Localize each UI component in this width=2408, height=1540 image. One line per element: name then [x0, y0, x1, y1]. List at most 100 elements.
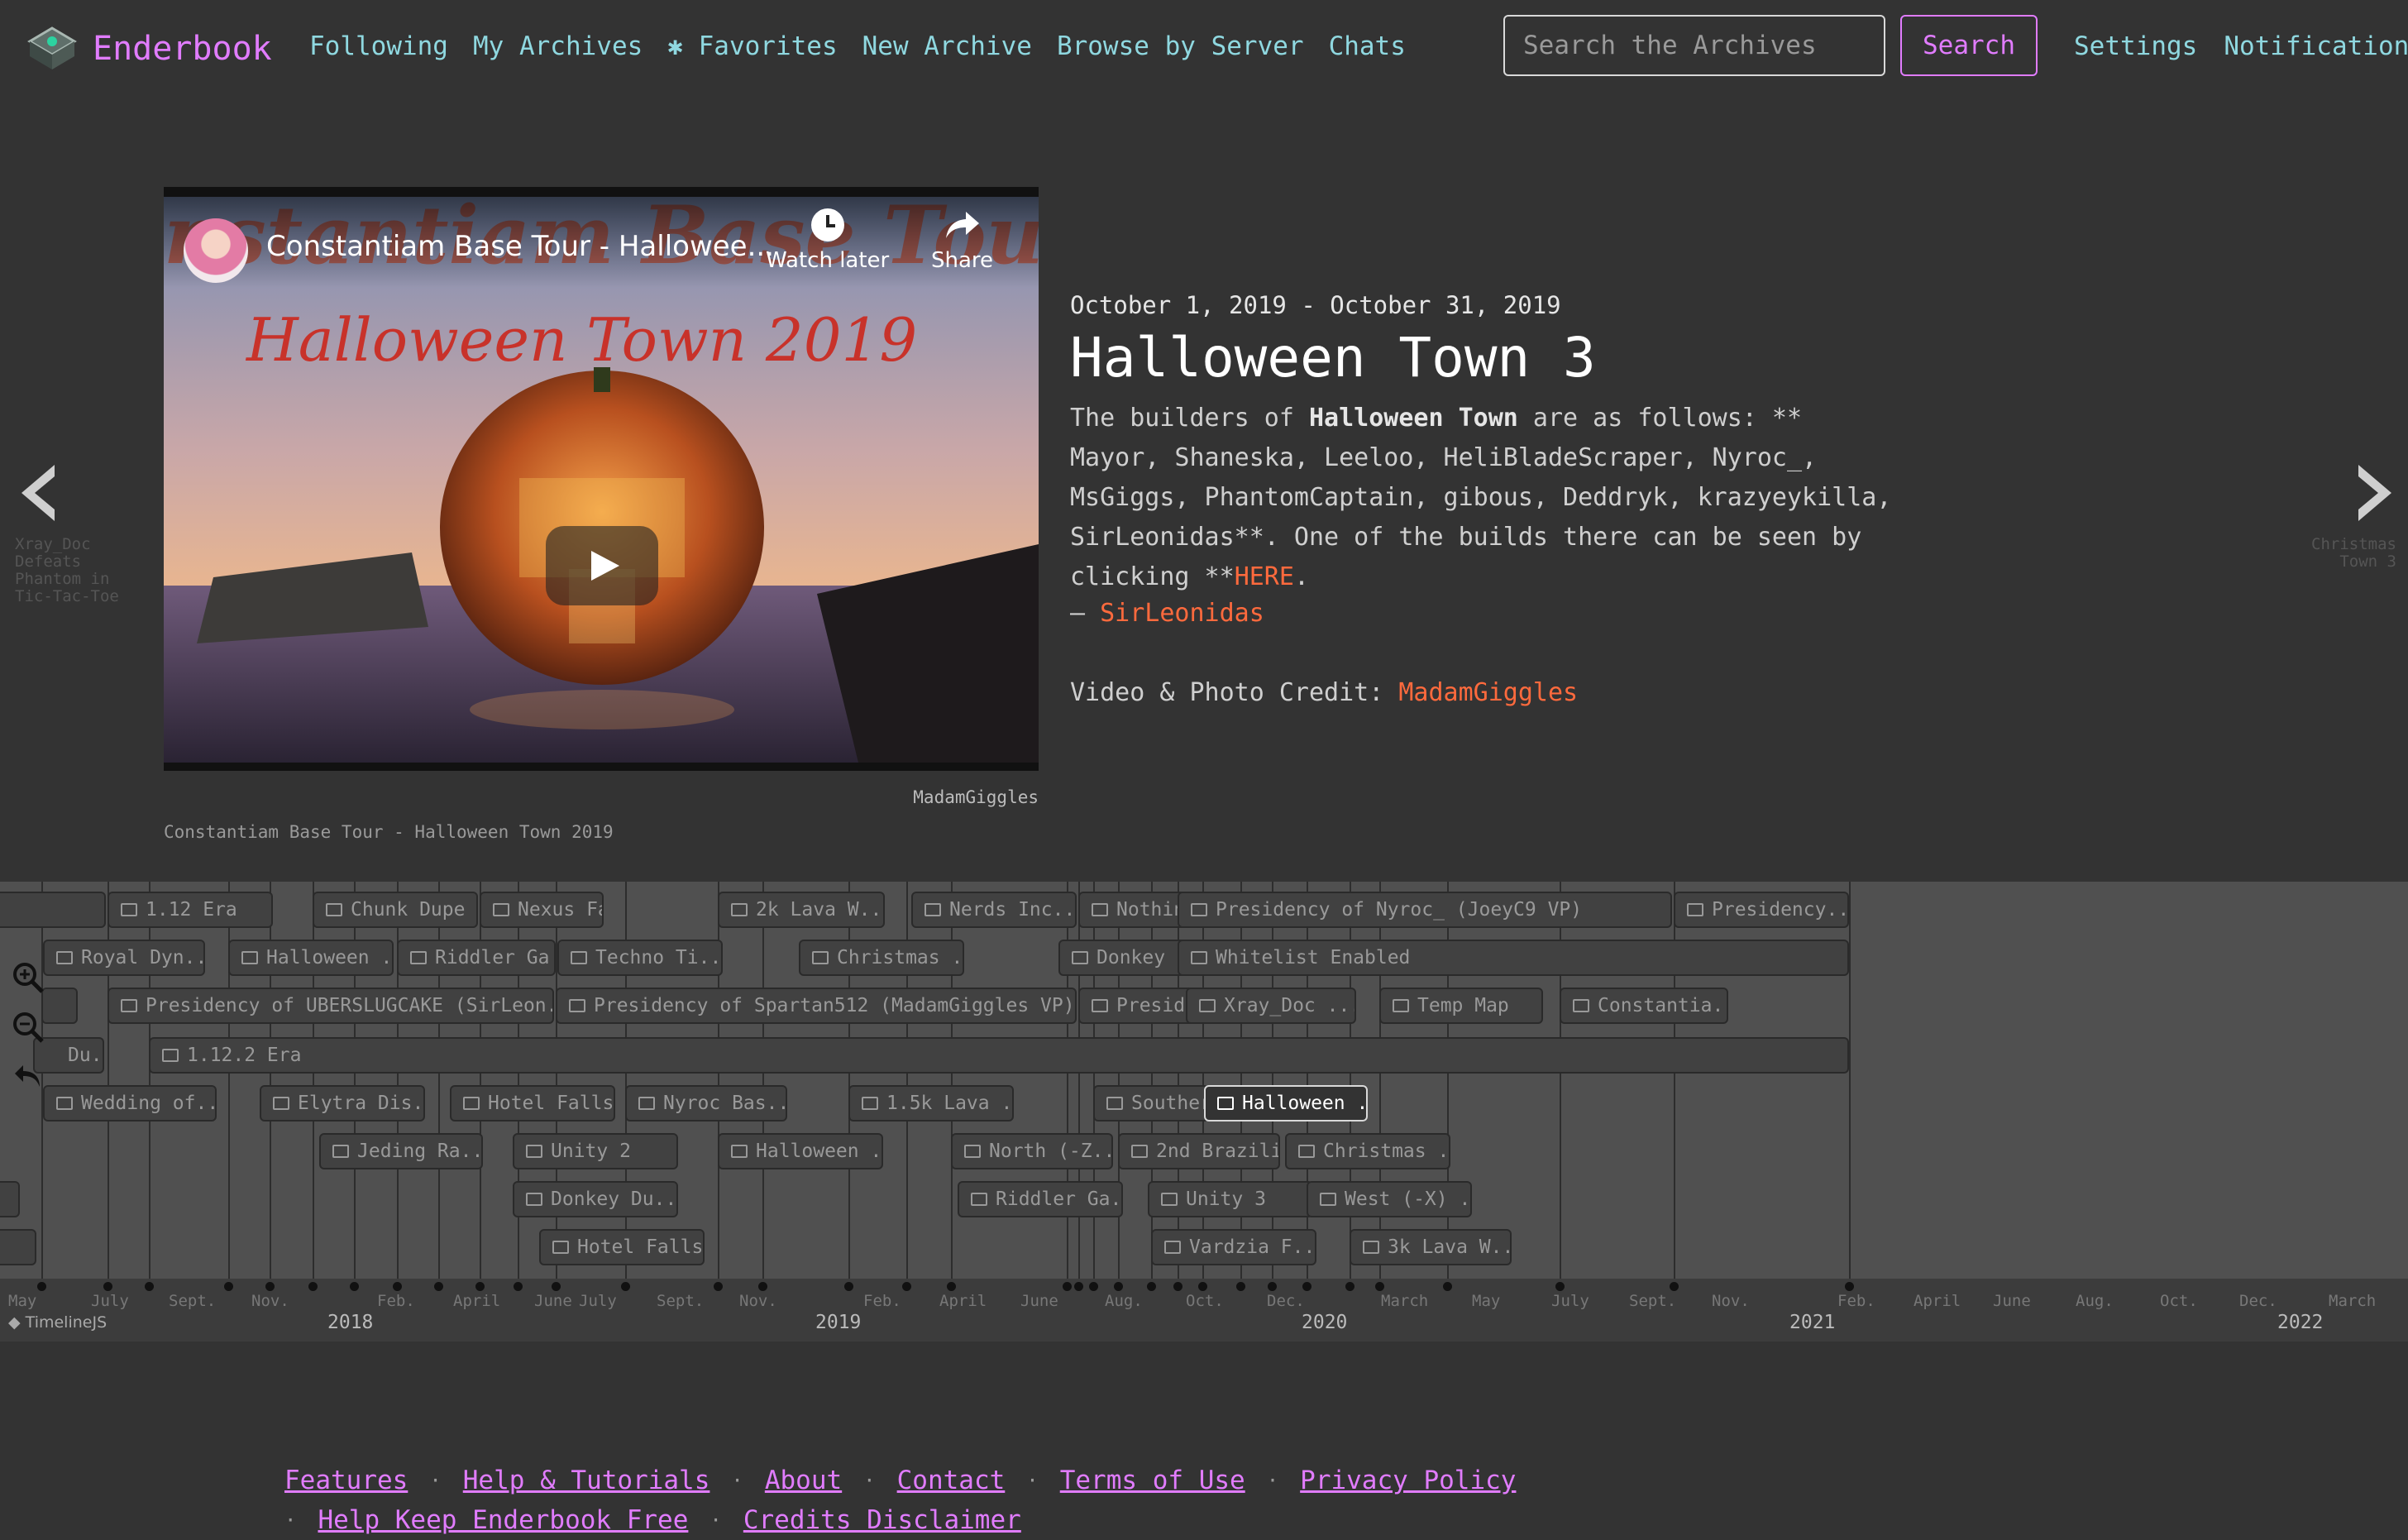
timeline-marker-dot[interactable]: [1302, 1282, 1312, 1291]
timeline-event[interactable]: Presidency of Spartan512 (MadamGiggles V…: [556, 988, 1077, 1024]
timelinejs-attribution[interactable]: ◆ TimelineJS: [8, 1313, 107, 1332]
timeline-event[interactable]: 2nd Brazili...: [1118, 1133, 1280, 1169]
timeline-marker-dot[interactable]: [621, 1282, 630, 1291]
timeline-marker-dot[interactable]: [1147, 1282, 1156, 1291]
timeline-event[interactable]: North (-Z...: [951, 1133, 1113, 1169]
nav-notifications[interactable]: Notifications: [2224, 31, 2408, 61]
timeline-marker-dot[interactable]: [1375, 1282, 1384, 1291]
timeline-event[interactable]: Nothin: [1078, 892, 1194, 928]
author-link[interactable]: SirLeonidas: [1100, 599, 1264, 628]
timeline-marker-dot[interactable]: [1670, 1282, 1679, 1291]
timeline-marker-dot[interactable]: [902, 1282, 911, 1291]
timeline-marker-dot[interactable]: [103, 1282, 112, 1291]
timeline-event[interactable]: Christmas ...: [1285, 1133, 1450, 1169]
timeline-event[interactable]: Preside: [1078, 988, 1194, 1024]
nav-settings[interactable]: Settings: [2074, 31, 2197, 61]
next-slide-chevron-icon[interactable]: [2350, 460, 2400, 526]
timeline-marker-dot[interactable]: [1089, 1282, 1098, 1291]
timeline-marker-dot[interactable]: [145, 1282, 154, 1291]
nav-my-archives[interactable]: My Archives: [473, 31, 643, 61]
timeline-event[interactable]: Chunk Dupe: [313, 892, 478, 928]
timeline-marker-dot[interactable]: [1345, 1282, 1354, 1291]
timeline-event[interactable]: [0, 1181, 20, 1217]
back-to-start-icon[interactable]: [12, 1060, 55, 1110]
previous-slide-chevron-icon[interactable]: [13, 460, 63, 526]
timeline-marker-dot[interactable]: [350, 1282, 359, 1291]
next-slide-label[interactable]: Christmas Town 3: [2264, 536, 2396, 571]
timeline-event[interactable]: [0, 1229, 36, 1265]
timeline-marker-dot[interactable]: [1845, 1282, 1854, 1291]
previous-slide-label[interactable]: Xray_Doc Defeats Phantom in Tic-Tac-Toe: [15, 536, 139, 605]
timeline-event[interactable]: 3k Lava W...: [1350, 1229, 1512, 1265]
timeline-event[interactable]: Nyroc Bas...: [625, 1085, 787, 1122]
timeline-event[interactable]: Presidency of UBERSLUGCAKE (SirLeon...: [108, 988, 554, 1024]
timeline-event-active[interactable]: Halloween ...: [1204, 1085, 1368, 1122]
timeline-event[interactable]: 1.5k Lava ...: [848, 1085, 1014, 1122]
timeline-marker-dot[interactable]: [1198, 1282, 1207, 1291]
timeline-event[interactable]: Jeding Ra...: [319, 1133, 483, 1169]
timeline-marker-dot[interactable]: [434, 1282, 443, 1291]
timeline-marker-dot[interactable]: [1074, 1282, 1083, 1291]
search-input[interactable]: [1503, 15, 1885, 76]
timeline-event[interactable]: Vardzia F...: [1151, 1229, 1316, 1265]
timeline-navigator[interactable]: 1.12 Era Chunk Dupe Nexus Falls 2k Lava …: [0, 882, 2408, 1342]
timeline-event[interactable]: [0, 892, 106, 928]
timeline-marker-dot[interactable]: [224, 1282, 233, 1291]
timeline-event[interactable]: Elytra Dis...: [260, 1085, 425, 1122]
footer-link-contact[interactable]: Contact: [897, 1466, 1006, 1495]
timeline-marker-dot[interactable]: [1555, 1282, 1565, 1291]
timeline-marker-dot[interactable]: [1173, 1282, 1182, 1291]
timeline-event[interactable]: Presidency...: [1674, 892, 1849, 928]
nav-browse-by-server[interactable]: Browse by Server: [1057, 31, 1304, 61]
zoom-in-icon[interactable]: [12, 961, 55, 1011]
timeline-event[interactable]: Riddler Ga...: [397, 940, 556, 976]
timeline-marker-dot[interactable]: [475, 1282, 485, 1291]
timeline-marker-dot[interactable]: [552, 1282, 561, 1291]
timeline-event[interactable]: Presidency of Nyroc_ (JoeyC9 VP): [1178, 892, 1672, 928]
footer-link-terms[interactable]: Terms of Use: [1060, 1466, 1245, 1495]
timeline-marker-dot[interactable]: [1114, 1282, 1123, 1291]
nav-following[interactable]: Following: [309, 31, 448, 61]
timeline-event[interactable]: Unity 3: [1148, 1181, 1313, 1217]
timeline-event[interactable]: Donkey Du...: [513, 1181, 678, 1217]
here-link[interactable]: HERE: [1235, 562, 1294, 591]
zoom-out-icon[interactable]: [12, 1011, 55, 1060]
timeline-event[interactable]: 2k Lava W...: [718, 892, 885, 928]
timeline-event[interactable]: Halloween ...: [718, 1133, 883, 1169]
timeline-event[interactable]: 1.12.2 Era: [149, 1037, 1849, 1074]
timeline-event[interactable]: Nerds Inc...: [911, 892, 1077, 928]
credit-link[interactable]: MadamGiggles: [1398, 678, 1578, 707]
footer-link-about[interactable]: About: [765, 1466, 842, 1495]
brand-link[interactable]: Enderbook: [26, 23, 272, 74]
footer-link-features[interactable]: Features: [284, 1466, 408, 1495]
nav-chats[interactable]: Chats: [1329, 31, 1406, 61]
footer-link-help[interactable]: Help & Tutorials: [463, 1466, 710, 1495]
timeline-event[interactable]: West (-X) ...: [1307, 1181, 1472, 1217]
timeline-event[interactable]: Hotel Falls...: [539, 1229, 705, 1265]
timeline-event[interactable]: Whitelist Enabled: [1178, 940, 1849, 976]
timeline-event[interactable]: Riddler Ga...: [958, 1181, 1123, 1217]
timeline-event[interactable]: Xray_Doc ...: [1186, 988, 1356, 1024]
timeline-marker-dot[interactable]: [1236, 1282, 1245, 1291]
channel-avatar[interactable]: [184, 218, 248, 283]
timeline-marker-dot[interactable]: [514, 1282, 523, 1291]
watch-later-button[interactable]: Watch later: [766, 207, 889, 273]
timeline-marker-dot[interactable]: [265, 1282, 275, 1291]
nav-new-archive[interactable]: New Archive: [862, 31, 1032, 61]
search-button[interactable]: Search: [1900, 15, 2038, 76]
timeline-marker-dot[interactable]: [844, 1282, 853, 1291]
timeline-marker-dot[interactable]: [37, 1282, 46, 1291]
video-player[interactable]: nstantiam Base Tour Halloween Town 2019 …: [164, 187, 1039, 771]
timeline-event[interactable]: Donkey: [1058, 940, 1191, 976]
timeline-event[interactable]: Wedding of...: [43, 1085, 217, 1122]
timeline-event[interactable]: Royal Dyn...: [43, 940, 205, 976]
timeline-event[interactable]: Hotel Falls: [450, 1085, 615, 1122]
footer-link-privacy[interactable]: Privacy Policy: [1300, 1466, 1516, 1495]
timeline-marker-dot[interactable]: [308, 1282, 318, 1291]
share-button[interactable]: Share: [931, 207, 993, 273]
video-title[interactable]: Constantiam Base Tour - Hallowee...: [266, 230, 774, 263]
footer-link-credits-disclaimer[interactable]: Credits Disclaimer: [743, 1505, 1021, 1535]
timeline-marker-dot[interactable]: [1268, 1282, 1277, 1291]
timeline-event[interactable]: 1.12 Era: [108, 892, 273, 928]
timeline-event[interactable]: Temp Map: [1379, 988, 1543, 1024]
